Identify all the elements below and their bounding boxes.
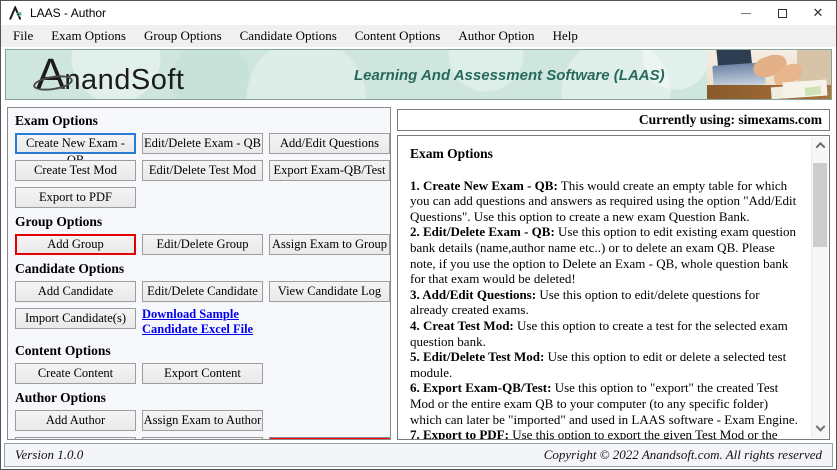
help-paragraph: 3. Add/Edit Questions: Use this option t… <box>410 287 799 318</box>
section-heading-group-options: Group Options <box>15 214 390 230</box>
scroll-thumb[interactable] <box>813 163 827 247</box>
add-candidate-button[interactable]: Add Candidate <box>15 281 136 302</box>
section-heading-author-options: Author Options <box>15 390 390 406</box>
help-heading: Exam Options <box>410 146 799 162</box>
banner-photo <box>707 50 831 99</box>
restore-button[interactable]: Restore <box>142 437 263 440</box>
logo-initial: A <box>36 52 64 98</box>
button-row: Create New Exam - QB Edit/Delete Exam - Q… <box>15 133 390 154</box>
export-exam-qb-test-button[interactable]: Export Exam-QB/Test <box>269 160 390 181</box>
anandsoft-logo: A nandSoft <box>36 52 184 98</box>
button-row: Backup Restore Close <box>15 437 390 440</box>
status-bar: Version 1.0.0 Copyright © 2022 Anandsoft… <box>4 443 833 467</box>
scroll-down-icon[interactable] <box>812 421 828 438</box>
button-row: Export to PDF <box>15 187 390 208</box>
section-heading-content-options: Content Options <box>15 343 390 359</box>
button-row: Import Candidate(s) Download SampleCandid… <box>15 308 390 337</box>
close-button[interactable]: Close <box>269 437 390 440</box>
help-box: Exam Options 1. Create New Exam - QB: Th… <box>397 135 830 440</box>
create-test-mod-button[interactable]: Create Test Mod <box>15 160 136 181</box>
menu-author-option[interactable]: Author Option <box>449 26 543 46</box>
create-new-exam-qb-button[interactable]: Create New Exam - QB <box>15 133 136 154</box>
help-text: Exam Options 1. Create New Exam - QB: Th… <box>398 136 829 440</box>
currently-using-label: Currently using: simexams.com <box>397 109 830 131</box>
edit-delete-candidate-button[interactable]: Edit/Delete Candidate <box>142 281 263 302</box>
title-bar: LAAS - Author ✕ <box>1 1 836 25</box>
backup-button[interactable]: Backup <box>15 437 136 440</box>
window-controls: ✕ <box>728 1 836 25</box>
add-author-button[interactable]: Add Author <box>15 410 136 431</box>
button-row: Create Content Export Content <box>15 363 390 384</box>
menu-exam-options[interactable]: Exam Options <box>42 26 135 46</box>
scrollbar[interactable] <box>811 137 828 438</box>
button-row: Add Group Edit/Delete Group Assign Exam to… <box>15 234 390 255</box>
assign-exam-to-author-button[interactable]: Assign Exam to Author <box>142 410 263 431</box>
help-paragraph: 6. Export Exam-QB/Test: Use this option … <box>410 380 799 427</box>
add-group-button[interactable]: Add Group <box>15 234 136 255</box>
window-title: LAAS - Author <box>30 6 106 20</box>
menu-bar: FileExam OptionsGroup OptionsCandidate O… <box>1 25 836 47</box>
help-paragraph: 1. Create New Exam - QB: This would crea… <box>410 178 799 225</box>
import-candidate-s-button[interactable]: Import Candidate(s) <box>15 308 136 329</box>
close-icon[interactable]: ✕ <box>800 1 836 25</box>
help-paragraph: 2. Edit/Delete Exam - QB: Use this optio… <box>410 224 799 286</box>
help-paragraphs: 1. Create New Exam - QB: This would crea… <box>410 178 799 440</box>
copyright-label: Copyright © 2022 Anandsoft.com. All righ… <box>544 447 822 463</box>
menu-help[interactable]: Help <box>544 26 587 46</box>
edit-delete-group-button[interactable]: Edit/Delete Group <box>142 234 263 255</box>
banner-tagline: Learning And Assessment Software (LAAS) <box>354 67 665 84</box>
app-window: LAAS - Author ✕ FileExam OptionsGroup Op… <box>0 0 837 470</box>
banner: A nandSoft Learning And Assessment Softw… <box>5 49 832 100</box>
download-sample-link[interactable]: Download SampleCandidate Excel File <box>142 307 292 337</box>
edit-delete-exam-qb-button[interactable]: Edit/Delete Exam - QB <box>142 133 263 154</box>
logo-text: nandSoft <box>64 64 184 97</box>
export-content-button[interactable]: Export Content <box>142 363 263 384</box>
version-label: Version 1.0.0 <box>15 447 83 463</box>
help-paragraph: 7. Export to PDF: Use this option to exp… <box>410 427 799 440</box>
menu-file[interactable]: File <box>4 26 42 46</box>
button-row: Add Author Assign Exam to Author <box>15 410 390 431</box>
main-area: Exam Options Create New Exam - QB Edit/Del… <box>1 102 836 444</box>
help-paragraph: 4. Creat Test Mod: Use this option to cr… <box>410 318 799 349</box>
add-edit-questions-button[interactable]: Add/Edit Questions <box>269 133 390 154</box>
menu-content-options[interactable]: Content Options <box>346 26 450 46</box>
menu-candidate-options[interactable]: Candidate Options <box>231 26 346 46</box>
app-logo-icon <box>8 6 24 21</box>
minimize-icon[interactable] <box>728 1 764 25</box>
button-row: Add Candidate Edit/Delete Candidate View C… <box>15 281 390 302</box>
scroll-up-icon[interactable] <box>812 137 828 154</box>
button-row: Create Test Mod Edit/Delete Test Mod Expor… <box>15 160 390 181</box>
view-candidate-log-button[interactable]: View Candidate Log <box>269 281 390 302</box>
edit-delete-test-mod-button[interactable]: Edit/Delete Test Mod <box>142 160 263 181</box>
menu-group-options[interactable]: Group Options <box>135 26 231 46</box>
assign-exam-to-group-button[interactable]: Assign Exam to Group <box>269 234 390 255</box>
left-panel: Exam Options Create New Exam - QB Edit/Del… <box>7 107 391 440</box>
create-content-button[interactable]: Create Content <box>15 363 136 384</box>
section-heading-exam-options: Exam Options <box>15 113 390 129</box>
help-paragraph: 5. Edit/Delete Test Mod: Use this option… <box>410 349 799 380</box>
section-heading-candidate-options: Candidate Options <box>15 261 390 277</box>
maximize-icon[interactable] <box>764 1 800 25</box>
export-to-pdf-button[interactable]: Export to PDF <box>15 187 136 208</box>
